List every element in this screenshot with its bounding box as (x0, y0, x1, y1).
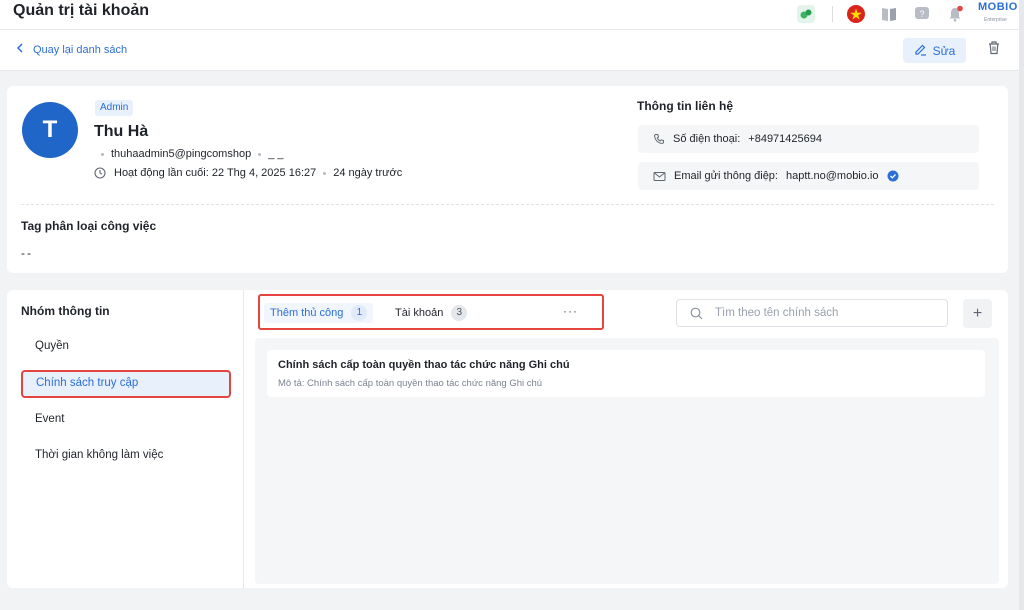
tab-accounts[interactable]: Tài khoản 3 (395, 303, 468, 323)
email-label: Email gửi thông điệp: (674, 170, 778, 182)
profile-card: T Admin Thu Hà thuhaadmin5@pingcomshop _… (7, 86, 1008, 273)
back-link-label: Quay lại danh sách (33, 43, 128, 56)
tag-section-title: Tag phân loại công việc (21, 219, 157, 233)
brand-tagline: Enterprise (984, 17, 1007, 23)
tab-bar: Thêm thủ công 1 Tài khoản 3 ··· (258, 294, 604, 330)
nav-item-permissions[interactable]: Quyền (35, 340, 69, 352)
phone-icon (653, 133, 665, 145)
verified-check-icon (887, 170, 899, 182)
tab-manual-add[interactable]: Thêm thủ công 1 (264, 303, 374, 323)
sub-header: Quay lại danh sách Sửa (0, 30, 1024, 71)
more-tabs-button[interactable]: ··· (563, 304, 578, 318)
email-row: Email gửi thông điệp: haptt.no@mobio.io (638, 162, 979, 190)
list-item[interactable]: Chính sách cấp toàn quyền thao tác chức … (267, 350, 985, 397)
email-value: haptt.no@mobio.io (785, 170, 879, 182)
policy-search (676, 299, 948, 327)
tag-value: -- (21, 246, 33, 260)
last-active-time: Hoạt động lần cuối: 22 Thg 4, 2025 16:27 (114, 167, 317, 179)
language-flag-icon[interactable] (845, 3, 867, 25)
policy-title: Chính sách cấp toàn quyền thao tác chức … (278, 359, 570, 371)
contact-info-title: Thông tin liên hệ (637, 99, 733, 113)
tab-count-badge: 1 (351, 305, 368, 321)
edit-button[interactable]: Sửa (903, 38, 966, 63)
top-bar: Quản trị tài khoản ? MOBIO Enterprise (0, 0, 1024, 30)
clock-icon (94, 167, 106, 179)
info-group-title: Nhóm thông tin (21, 304, 110, 318)
app-switcher-icon[interactable] (795, 3, 817, 25)
phone-label: Số điện thoại: (673, 133, 741, 145)
add-policy-button[interactable]: + (963, 299, 992, 328)
svg-text:?: ? (919, 9, 924, 19)
role-badge: Admin (95, 100, 134, 116)
username-extra: _ _ (268, 148, 284, 160)
search-input[interactable] (715, 307, 935, 319)
pencil-icon (914, 43, 927, 59)
last-active-row: Hoạt động lần cuối: 22 Thg 4, 2025 16:27… (94, 167, 402, 179)
info-group-sidebar: Nhóm thông tin Quyền Chính sách truy cập… (7, 290, 244, 588)
book-icon[interactable] (878, 3, 900, 25)
bullet-dot (323, 171, 327, 175)
username-row: thuhaadmin5@pingcomshop _ _ (94, 148, 284, 160)
scrollbar-track[interactable] (1019, 0, 1024, 610)
help-icon[interactable]: ? (911, 3, 933, 25)
nav-item-event[interactable]: Event (35, 413, 64, 425)
detail-panel: Nhóm thông tin Quyền Chính sách truy cập… (7, 290, 1008, 588)
bullet-dot (258, 152, 262, 156)
nav-item-label: Chính sách truy cập (36, 377, 139, 389)
policy-description: Mô tả: Chính sách cấp toàn quyền thao tá… (278, 378, 543, 389)
delete-button[interactable] (983, 39, 1005, 61)
chevron-left-icon (16, 43, 24, 56)
phone-row: Số điện thoại: +84971425694 (638, 125, 979, 153)
back-to-list-link[interactable]: Quay lại danh sách (16, 43, 127, 56)
tab-label: Thêm thủ công (270, 307, 344, 319)
page-title: Quản trị tài khoản (13, 2, 150, 19)
brand-logo: MOBIO (978, 1, 1018, 13)
tab-count-badge: 3 (451, 305, 468, 321)
user-name: Thu Hà (94, 123, 149, 140)
policy-list: Chính sách cấp toàn quyền thao tác chức … (255, 338, 999, 584)
username: thuhaadmin5@pingcomshop (111, 148, 252, 160)
section-divider (21, 204, 994, 205)
search-icon (690, 307, 703, 320)
bullet-dot (101, 152, 104, 156)
phone-value: +84971425694 (748, 133, 822, 145)
trash-icon (987, 40, 1001, 60)
avatar: T (22, 102, 78, 158)
nav-item-access-policy[interactable]: Chính sách truy cập (21, 370, 231, 398)
notification-bell-icon[interactable] (944, 3, 966, 25)
edit-button-label: Sửa (932, 43, 956, 58)
toolbar-divider (832, 6, 833, 22)
tab-label: Tài khoản (395, 307, 444, 319)
mail-icon (653, 171, 666, 182)
nav-item-off-hours[interactable]: Thời gian không làm việc (35, 449, 163, 461)
last-active-ago: 24 ngày trước (333, 167, 403, 179)
